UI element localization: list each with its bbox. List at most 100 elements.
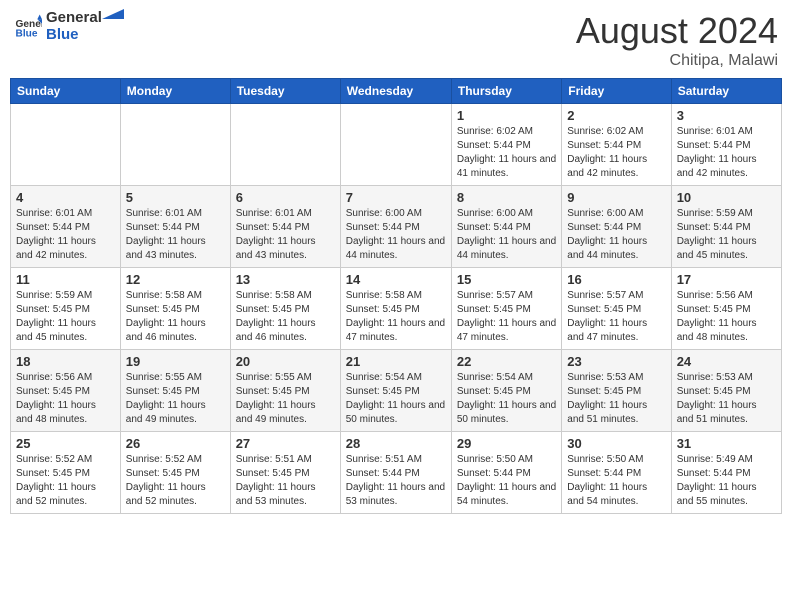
day-info: Sunrise: 5:51 AM Sunset: 5:44 PM Dayligh… [346,453,446,509]
sunrise-label: Sunrise: 5:51 AM [236,454,312,465]
day-info: Sunrise: 5:52 AM Sunset: 5:45 PM Dayligh… [16,453,115,509]
calendar-week-row: 18 Sunrise: 5:56 AM Sunset: 5:45 PM Dayl… [11,350,782,432]
calendar-header-row: SundayMondayTuesdayWednesdayThursdayFrid… [11,79,782,104]
sunset-label: Sunset: 5:44 PM [677,140,751,151]
day-info: Sunrise: 5:52 AM Sunset: 5:45 PM Dayligh… [126,453,225,509]
sunrise-label: Sunrise: 5:55 AM [236,372,312,383]
daylight-label: Daylight: 11 hours and 53 minutes. [346,482,445,507]
calendar-week-row: 25 Sunrise: 5:52 AM Sunset: 5:45 PM Dayl… [11,432,782,514]
sunrise-label: Sunrise: 5:59 AM [16,290,92,301]
day-info: Sunrise: 5:58 AM Sunset: 5:45 PM Dayligh… [346,289,446,345]
day-header-tuesday: Tuesday [230,79,340,104]
calendar-day-cell: 3 Sunrise: 6:01 AM Sunset: 5:44 PM Dayli… [671,104,781,186]
logo-general-text: General [46,10,102,27]
day-info: Sunrise: 5:51 AM Sunset: 5:45 PM Dayligh… [236,453,335,509]
sunset-label: Sunset: 5:45 PM [346,386,420,397]
sunset-label: Sunset: 5:45 PM [16,304,90,315]
location-subtitle: Chitipa, Malawi [576,52,778,70]
daylight-label: Daylight: 11 hours and 50 minutes. [457,400,556,425]
sunrise-label: Sunrise: 6:00 AM [567,208,643,219]
day-header-wednesday: Wednesday [340,79,451,104]
sunset-label: Sunset: 5:44 PM [236,222,310,233]
day-number: 4 [16,190,115,205]
day-info: Sunrise: 6:00 AM Sunset: 5:44 PM Dayligh… [457,207,556,263]
sunrise-label: Sunrise: 5:57 AM [567,290,643,301]
calendar-day-cell: 6 Sunrise: 6:01 AM Sunset: 5:44 PM Dayli… [230,186,340,268]
sunrise-label: Sunrise: 6:00 AM [346,208,422,219]
daylight-label: Daylight: 11 hours and 53 minutes. [236,482,316,507]
day-header-thursday: Thursday [451,79,561,104]
sunrise-label: Sunrise: 5:51 AM [346,454,422,465]
sunset-label: Sunset: 5:44 PM [457,468,531,479]
sunrise-label: Sunrise: 6:02 AM [567,126,643,137]
day-header-friday: Friday [562,79,671,104]
day-number: 26 [126,436,225,451]
calendar-day-cell: 18 Sunrise: 5:56 AM Sunset: 5:45 PM Dayl… [11,350,121,432]
sunrise-label: Sunrise: 5:56 AM [16,372,92,383]
sunset-label: Sunset: 5:45 PM [457,304,531,315]
day-number: 31 [677,436,776,451]
day-number: 12 [126,272,225,287]
sunrise-label: Sunrise: 6:01 AM [16,208,92,219]
calendar-day-cell: 8 Sunrise: 6:00 AM Sunset: 5:44 PM Dayli… [451,186,561,268]
daylight-label: Daylight: 11 hours and 42 minutes. [677,154,757,179]
calendar-day-cell: 15 Sunrise: 5:57 AM Sunset: 5:45 PM Dayl… [451,268,561,350]
daylight-label: Daylight: 11 hours and 47 minutes. [457,318,556,343]
day-number: 18 [16,354,115,369]
sunset-label: Sunset: 5:44 PM [346,468,420,479]
sunset-label: Sunset: 5:45 PM [677,304,751,315]
daylight-label: Daylight: 11 hours and 52 minutes. [16,482,96,507]
sunrise-label: Sunrise: 5:54 AM [457,372,533,383]
calendar-day-cell: 30 Sunrise: 5:50 AM Sunset: 5:44 PM Dayl… [562,432,671,514]
calendar-day-cell: 28 Sunrise: 5:51 AM Sunset: 5:44 PM Dayl… [340,432,451,514]
daylight-label: Daylight: 11 hours and 43 minutes. [126,236,206,261]
sunrise-label: Sunrise: 6:01 AM [126,208,202,219]
calendar-day-cell: 1 Sunrise: 6:02 AM Sunset: 5:44 PM Dayli… [451,104,561,186]
day-number: 8 [457,190,556,205]
day-number: 28 [346,436,446,451]
month-title: August 2024 [576,10,778,52]
sunrise-label: Sunrise: 5:50 AM [457,454,533,465]
logo: General Blue General Blue [14,10,124,43]
sunrise-label: Sunrise: 5:59 AM [677,208,753,219]
sunset-label: Sunset: 5:44 PM [567,468,641,479]
sunrise-label: Sunrise: 5:52 AM [16,454,92,465]
day-number: 9 [567,190,665,205]
day-info: Sunrise: 5:57 AM Sunset: 5:45 PM Dayligh… [567,289,665,345]
calendar-day-cell: 12 Sunrise: 5:58 AM Sunset: 5:45 PM Dayl… [120,268,230,350]
day-info: Sunrise: 6:01 AM Sunset: 5:44 PM Dayligh… [677,125,776,181]
calendar-day-cell: 10 Sunrise: 5:59 AM Sunset: 5:44 PM Dayl… [671,186,781,268]
day-number: 30 [567,436,665,451]
day-header-saturday: Saturday [671,79,781,104]
day-info: Sunrise: 5:56 AM Sunset: 5:45 PM Dayligh… [16,371,115,427]
calendar-table: SundayMondayTuesdayWednesdayThursdayFrid… [10,78,782,514]
sunset-label: Sunset: 5:44 PM [126,222,200,233]
sunset-label: Sunset: 5:45 PM [346,304,420,315]
calendar-day-cell: 19 Sunrise: 5:55 AM Sunset: 5:45 PM Dayl… [120,350,230,432]
day-info: Sunrise: 6:01 AM Sunset: 5:44 PM Dayligh… [126,207,225,263]
calendar-week-row: 4 Sunrise: 6:01 AM Sunset: 5:44 PM Dayli… [11,186,782,268]
day-number: 20 [236,354,335,369]
sunrise-label: Sunrise: 5:53 AM [677,372,753,383]
day-number: 29 [457,436,556,451]
sunrise-label: Sunrise: 6:00 AM [457,208,533,219]
sunset-label: Sunset: 5:45 PM [457,386,531,397]
day-number: 7 [346,190,446,205]
day-number: 5 [126,190,225,205]
daylight-label: Daylight: 11 hours and 52 minutes. [126,482,206,507]
sunrise-label: Sunrise: 6:01 AM [236,208,312,219]
day-number: 19 [126,354,225,369]
daylight-label: Daylight: 11 hours and 46 minutes. [236,318,316,343]
calendar-day-cell [11,104,121,186]
daylight-label: Daylight: 11 hours and 47 minutes. [346,318,445,343]
sunset-label: Sunset: 5:45 PM [236,304,310,315]
daylight-label: Daylight: 11 hours and 42 minutes. [16,236,96,261]
calendar-day-cell: 9 Sunrise: 6:00 AM Sunset: 5:44 PM Dayli… [562,186,671,268]
sunrise-label: Sunrise: 5:54 AM [346,372,422,383]
calendar-day-cell: 2 Sunrise: 6:02 AM Sunset: 5:44 PM Dayli… [562,104,671,186]
daylight-label: Daylight: 11 hours and 45 minutes. [677,236,757,261]
calendar-day-cell: 16 Sunrise: 5:57 AM Sunset: 5:45 PM Dayl… [562,268,671,350]
svg-text:Blue: Blue [16,28,38,39]
day-number: 3 [677,108,776,123]
day-number: 22 [457,354,556,369]
